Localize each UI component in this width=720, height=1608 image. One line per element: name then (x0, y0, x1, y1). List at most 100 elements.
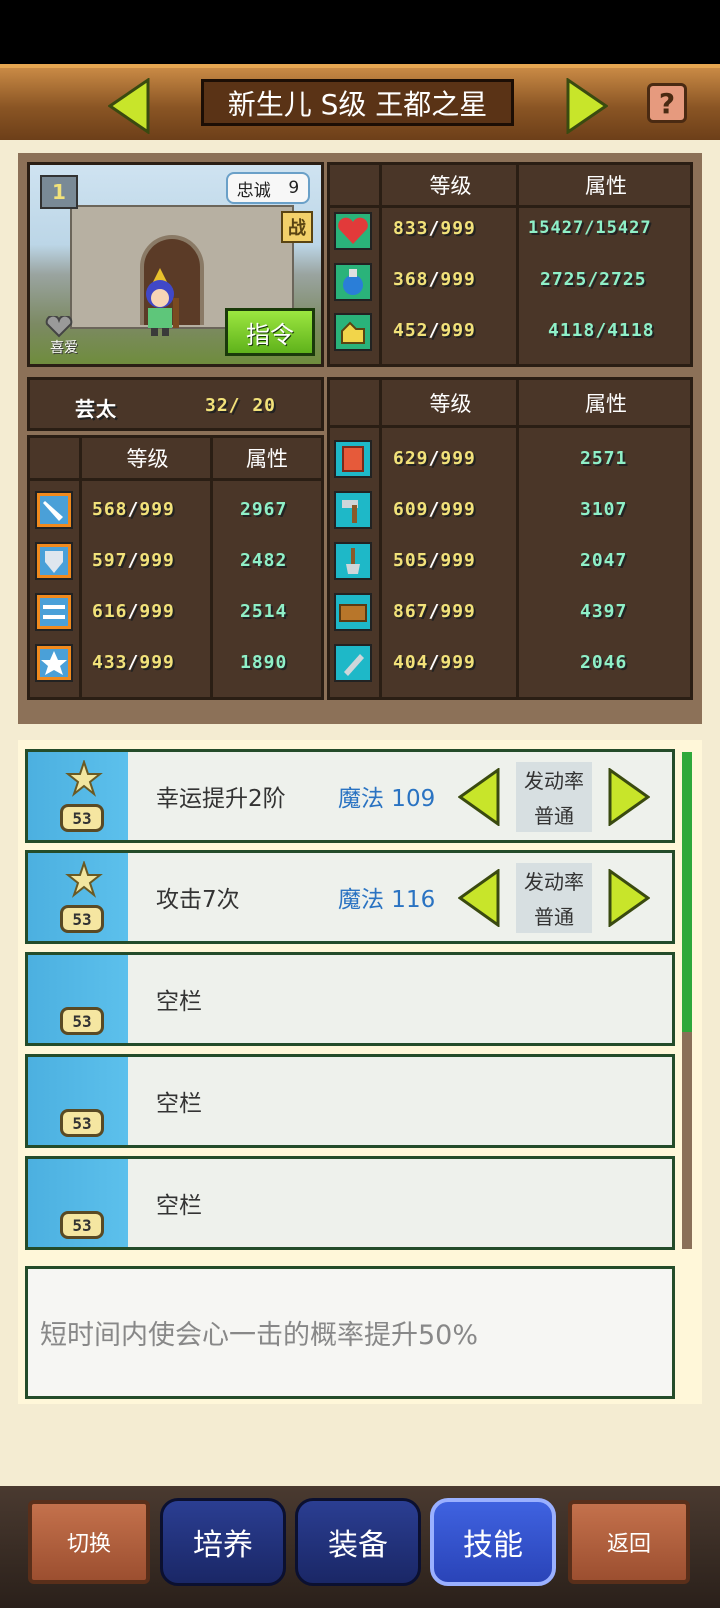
skill-badge: 53 (60, 905, 104, 933)
craft-attr: 3107 (580, 499, 628, 520)
rate-label: 发动率 (524, 870, 584, 894)
mp-attr: 2725/2725 (540, 269, 647, 290)
skill-badge: 53 (60, 1007, 104, 1035)
loyalty-value: 9 (288, 178, 300, 198)
right-attr-header: 属性 (519, 380, 693, 428)
dig-level: 505/999 (393, 550, 476, 571)
skill-badge: 53 (60, 804, 104, 832)
switch-button[interactable]: 切换 (28, 1500, 150, 1584)
character-name: 芸太 (75, 397, 117, 421)
knowledge-level: 629/999 (393, 448, 476, 469)
skill-name: 空栏 (156, 1193, 202, 1219)
skill-name: 幸运提升2阶 (156, 786, 286, 812)
right-icon-header (330, 380, 382, 428)
top-attr-header: 属性 (519, 165, 693, 208)
chest-icon (334, 593, 372, 631)
defense-level: 597/999 (92, 550, 175, 571)
status-bar (0, 0, 720, 64)
character-title: 新生儿 S级 王都之星 (201, 79, 514, 126)
rate-prev-arrow-icon[interactable] (458, 869, 500, 927)
hammer-icon (334, 491, 372, 529)
divider (516, 165, 519, 364)
skill-description: 短时间内使会心一击的概率提升50% (25, 1266, 675, 1399)
level-badge: 1 (40, 175, 78, 209)
divider (210, 438, 213, 697)
speed-attr: 2514 (240, 601, 288, 622)
skill-badge: 53 (60, 1211, 104, 1239)
skill-row[interactable]: 53 攻击7次 魔法 116 发动率 普通 (25, 850, 675, 944)
right-stats-panel: 等级 属性 (327, 377, 693, 700)
craft-level: 609/999 (393, 499, 476, 520)
defense-attr: 2482 (240, 550, 288, 571)
mp-level: 368/999 (393, 269, 476, 290)
command-button[interactable]: 指令 (225, 308, 315, 356)
rate-value: 普通 (534, 804, 574, 828)
hero-sprite-icon (146, 268, 179, 336)
left-icon-header (30, 438, 82, 481)
rate-value: 普通 (534, 905, 574, 929)
divider (79, 438, 82, 697)
left-attr-header: 属性 (213, 438, 321, 481)
left-level-header: 等级 (82, 438, 213, 481)
rate-next-arrow-icon[interactable] (608, 869, 650, 927)
arrows-icon (35, 593, 73, 631)
skill-name: 空栏 (156, 1091, 202, 1117)
heart-outline-icon (45, 316, 73, 338)
luck-attr: 1890 (240, 652, 288, 673)
character-count: 32/ 20 (205, 395, 277, 416)
luck-level: 433/999 (92, 652, 175, 673)
battle-icon[interactable]: 战 (281, 211, 313, 243)
scrollbar-thumb[interactable] (682, 752, 692, 1032)
skill-row[interactable]: 53 幸运提升2阶 魔法 109 发动率 普通 (25, 749, 675, 843)
skill-name: 攻击7次 (156, 887, 240, 913)
prev-arrow-icon[interactable] (108, 78, 150, 134)
potion-icon (334, 263, 372, 301)
rate-prev-arrow-icon[interactable] (458, 768, 500, 826)
divider (516, 380, 519, 697)
carry-attr: 4397 (580, 601, 628, 622)
divider (379, 380, 382, 697)
skill-magic-cost: 魔法 116 (338, 887, 436, 913)
knowledge-attr: 2571 (580, 448, 628, 469)
star-icon (35, 644, 73, 682)
skill-badge: 53 (60, 1109, 104, 1137)
hp-level: 833/999 (393, 218, 476, 239)
skill-row-empty[interactable]: 53 空栏 (25, 952, 675, 1046)
skill-tab-button[interactable]: 技能 (430, 1498, 556, 1586)
skill-sword-icon (65, 861, 103, 898)
skill-name: 空栏 (156, 989, 202, 1015)
str-attr: 4118/4118 (548, 320, 655, 341)
rate-label: 发动率 (524, 769, 584, 793)
top-level-header: 等级 (382, 165, 519, 208)
activation-rate: 发动率 普通 (516, 863, 592, 933)
skill-row-empty[interactable]: 53 空栏 (25, 1054, 675, 1148)
loyalty-badge: 忠诚 9 (226, 172, 310, 204)
like-label: 喜爱 (50, 340, 78, 356)
attack-level: 568/999 (92, 499, 175, 520)
activation-rate: 发动率 普通 (516, 762, 592, 832)
skill-row-empty[interactable]: 53 空栏 (25, 1156, 675, 1250)
dig-attr: 2047 (580, 550, 628, 571)
attack-attr: 2967 (240, 499, 288, 520)
sword-icon (35, 491, 73, 529)
tool-level: 404/999 (393, 652, 476, 673)
carry-level: 867/999 (393, 601, 476, 622)
next-arrow-icon[interactable] (566, 78, 608, 134)
equip-button[interactable]: 装备 (295, 1498, 421, 1586)
tool-attr: 2046 (580, 652, 628, 673)
back-button[interactable]: 返回 (568, 1500, 690, 1584)
skill-magic-cost: 魔法 109 (338, 786, 436, 812)
str-level: 452/999 (393, 320, 476, 341)
skill-sword-icon (65, 760, 103, 797)
help-button[interactable]: ? (647, 83, 687, 123)
shovel-icon (334, 542, 372, 580)
loyalty-label: 忠诚 (236, 180, 271, 201)
name-bar (27, 377, 324, 431)
train-button[interactable]: 培养 (160, 1498, 286, 1586)
strength-icon (334, 313, 372, 351)
speed-level: 616/999 (92, 601, 175, 622)
rate-next-arrow-icon[interactable] (608, 768, 650, 826)
hp-attr: 15427/15427 (528, 218, 652, 238)
right-level-header: 等级 (382, 380, 519, 428)
divider (379, 165, 382, 364)
